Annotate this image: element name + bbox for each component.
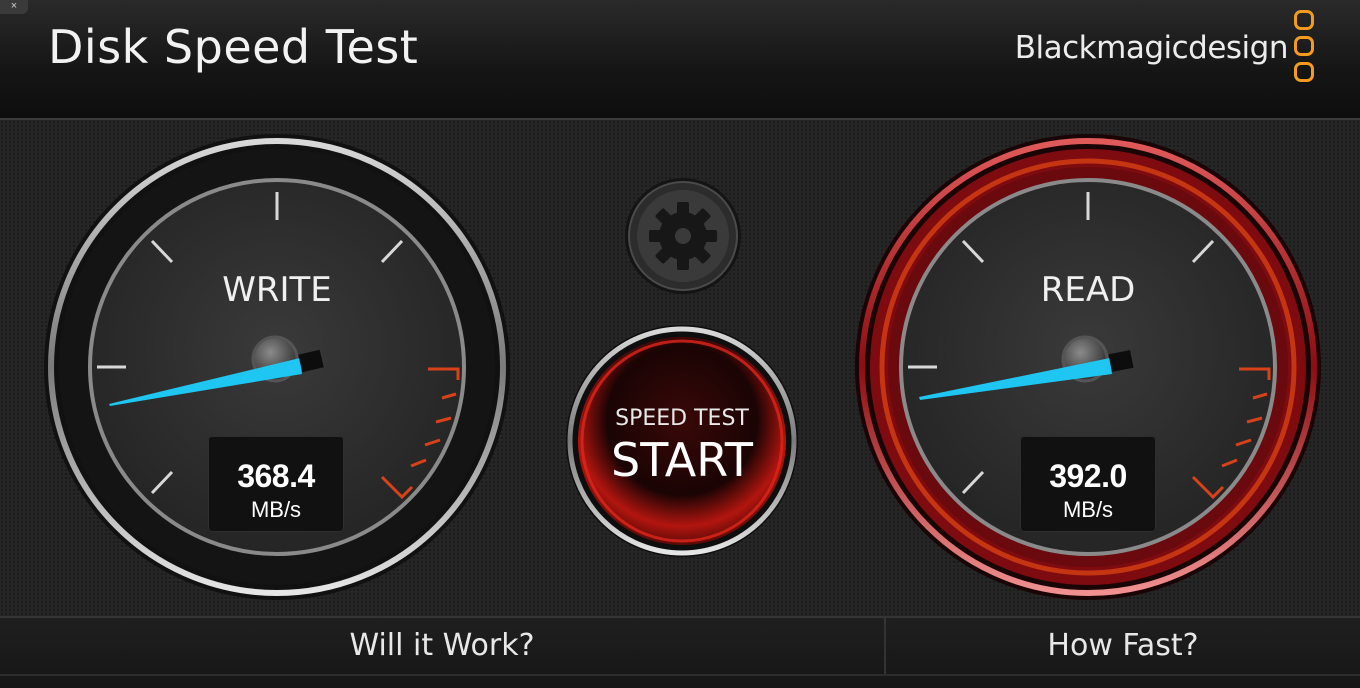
gauge-panel: WRITE READ 368.4 MB/s 392.0 MB/s SPEED T… <box>0 120 1360 616</box>
write-unit: MB/s <box>250 497 302 522</box>
read-value: 392.0 <box>1049 458 1127 494</box>
app-header: × Disk Speed Test Blackmagicdesign <box>0 0 1360 120</box>
will-it-work-button[interactable]: Will it Work? <box>0 618 886 674</box>
write-value: 368.4 <box>237 458 315 494</box>
brand-logo-icon <box>1294 10 1314 88</box>
brand-name: Blackmagicdesign <box>1014 30 1289 66</box>
settings-button[interactable] <box>625 178 741 294</box>
logo-square <box>1294 62 1314 82</box>
write-readout: 368.4 MB/s <box>208 436 344 532</box>
footer-bar: Will it Work? How Fast? <box>0 616 1360 688</box>
logo-square <box>1294 36 1314 56</box>
footer-divider <box>0 674 1360 676</box>
app-title: Disk Speed Test <box>48 20 419 74</box>
read-readout: 392.0 MB/s <box>1020 436 1156 532</box>
start-button-label[interactable]: SPEED TEST START <box>582 406 782 487</box>
close-button[interactable]: × <box>0 0 28 14</box>
how-fast-button[interactable]: How Fast? <box>886 618 1360 674</box>
gear-icon <box>649 202 717 270</box>
logo-square <box>1294 10 1314 30</box>
write-label: WRITE <box>222 270 332 310</box>
read-unit: MB/s <box>1062 497 1114 522</box>
start-line2: START <box>611 433 753 487</box>
read-label: READ <box>1040 270 1136 310</box>
gauge-graphics <box>44 134 1321 600</box>
start-line1: SPEED TEST <box>615 406 749 431</box>
